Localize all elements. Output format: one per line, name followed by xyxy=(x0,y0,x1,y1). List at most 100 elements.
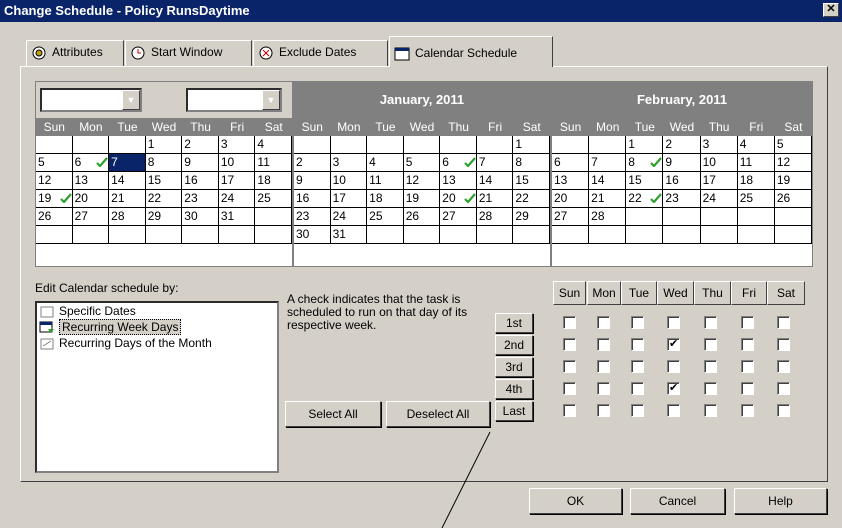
day-cell[interactable]: 22 xyxy=(145,190,183,208)
day-cell[interactable] xyxy=(700,226,738,244)
day-cell[interactable] xyxy=(255,226,292,244)
day-cell[interactable]: 9 xyxy=(182,154,219,172)
day-cell[interactable]: 26 xyxy=(36,208,73,226)
day-cell[interactable]: 16 xyxy=(663,172,701,190)
day-cell[interactable]: 24 xyxy=(218,190,256,208)
day-cell[interactable]: 2 xyxy=(294,154,331,172)
day-cell[interactable]: 1 xyxy=(513,136,550,154)
week-button-last[interactable]: Last xyxy=(495,401,533,421)
day-cell[interactable]: 13 xyxy=(552,172,590,190)
day-cell[interactable]: 11 xyxy=(737,154,775,172)
day-cell[interactable] xyxy=(36,226,73,244)
day-cell[interactable]: 14 xyxy=(589,172,627,190)
day-cell[interactable] xyxy=(218,226,256,244)
checkbox-1st-wed[interactable] xyxy=(667,316,680,329)
day-cell[interactable] xyxy=(36,136,73,154)
day-cell[interactable]: 27 xyxy=(440,208,477,226)
calendar-february[interactable]: February, 2011 Sun Mon Tue Wed Thu Fri Sat 123… xyxy=(551,81,813,267)
day-cell[interactable]: 14 xyxy=(109,172,146,190)
day-cell[interactable] xyxy=(774,226,812,244)
day-cell[interactable] xyxy=(700,208,738,226)
day-cell[interactable]: 20 xyxy=(440,190,477,208)
deselect-all-button[interactable]: Deselect All xyxy=(386,401,490,427)
day-cell[interactable]: 16 xyxy=(294,190,331,208)
day-cell[interactable]: 23 xyxy=(663,190,701,208)
day-cell[interactable]: 24 xyxy=(330,208,368,226)
tab-exclude-dates[interactable]: Exclude Dates xyxy=(253,40,388,66)
day-cell[interactable]: 18 xyxy=(255,172,292,190)
day-cell[interactable]: 19 xyxy=(36,190,73,208)
day-cell[interactable]: 9 xyxy=(294,172,331,190)
day-cell[interactable]: 16 xyxy=(182,172,219,190)
day-cell[interactable]: 19 xyxy=(774,172,812,190)
checkbox-last-fri[interactable] xyxy=(741,404,754,417)
day-cell[interactable]: 18 xyxy=(737,172,775,190)
day-cell[interactable]: 28 xyxy=(589,208,627,226)
tab-attributes[interactable]: Attributes xyxy=(26,40,124,66)
day-cell[interactable] xyxy=(109,226,146,244)
checkbox-last-thu[interactable] xyxy=(704,404,717,417)
checkbox-4th-tue[interactable] xyxy=(631,382,644,395)
list-item-recurring-days-of-month[interactable]: Recurring Days of the Month xyxy=(37,335,277,351)
day-cell[interactable]: 12 xyxy=(774,154,812,172)
day-cell[interactable]: 10 xyxy=(218,154,256,172)
checkbox-2nd-mon[interactable] xyxy=(597,338,610,351)
checkbox-last-mon[interactable] xyxy=(597,404,610,417)
day-cell[interactable]: 31 xyxy=(330,226,368,244)
day-cell[interactable] xyxy=(72,226,110,244)
day-cell[interactable] xyxy=(440,136,477,154)
checkbox-last-tue[interactable] xyxy=(631,404,644,417)
day-cell[interactable]: 18 xyxy=(367,190,404,208)
day-cell[interactable]: 21 xyxy=(589,190,627,208)
week-button-3rd[interactable]: 3rd xyxy=(495,357,533,377)
day-cell[interactable]: 2 xyxy=(182,136,219,154)
day-cell[interactable]: 3 xyxy=(330,154,368,172)
day-cell[interactable]: 23 xyxy=(294,208,331,226)
day-cell[interactable]: 13 xyxy=(72,172,110,190)
tab-calendar-schedule[interactable]: Calendar Schedule xyxy=(389,36,553,67)
day-cell[interactable] xyxy=(440,226,477,244)
day-cell[interactable] xyxy=(589,226,627,244)
checkbox-3rd-mon[interactable] xyxy=(597,360,610,373)
day-cell[interactable]: 24 xyxy=(700,190,738,208)
day-cell[interactable]: 11 xyxy=(367,172,404,190)
day-cell[interactable] xyxy=(109,136,146,154)
day-cell[interactable] xyxy=(294,136,331,154)
year-select[interactable]: 2010 ▼ xyxy=(186,88,282,112)
day-cell[interactable]: 25 xyxy=(255,190,292,208)
day-cell[interactable]: 29 xyxy=(513,208,550,226)
day-cell[interactable] xyxy=(589,136,627,154)
day-cell[interactable]: 7 xyxy=(589,154,627,172)
day-cell[interactable]: 10 xyxy=(330,172,368,190)
checkbox-3rd-sat[interactable] xyxy=(777,360,790,373)
checkbox-1st-tue[interactable] xyxy=(631,316,644,329)
checkbox-last-sun[interactable] xyxy=(563,404,576,417)
checkbox-4th-sat[interactable] xyxy=(777,382,790,395)
day-cell[interactable]: 30 xyxy=(294,226,331,244)
checkbox-2nd-thu[interactable] xyxy=(704,338,717,351)
checkbox-1st-mon[interactable] xyxy=(597,316,610,329)
day-cell[interactable]: 4 xyxy=(737,136,775,154)
day-cell[interactable]: 5 xyxy=(774,136,812,154)
day-cell[interactable]: 17 xyxy=(700,172,738,190)
day-cell[interactable]: 23 xyxy=(182,190,219,208)
day-cell[interactable]: 30 xyxy=(182,208,219,226)
day-cell[interactable]: 28 xyxy=(476,208,514,226)
checkbox-4th-fri[interactable] xyxy=(741,382,754,395)
week-button-2nd[interactable]: 2nd xyxy=(495,335,533,355)
checkbox-4th-sun[interactable] xyxy=(563,382,576,395)
day-cell[interactable]: 28 xyxy=(109,208,146,226)
day-cell[interactable]: 8 xyxy=(145,154,183,172)
day-cell[interactable]: 9 xyxy=(663,154,701,172)
day-cell[interactable] xyxy=(626,208,664,226)
checkbox-last-sat[interactable] xyxy=(777,404,790,417)
checkbox-2nd-fri[interactable] xyxy=(741,338,754,351)
day-cell[interactable]: 20 xyxy=(552,190,590,208)
ok-button[interactable]: OK xyxy=(529,488,622,514)
day-cell[interactable]: 3 xyxy=(218,136,256,154)
checkbox-3rd-wed[interactable] xyxy=(667,360,680,373)
day-cell[interactable]: 17 xyxy=(330,190,368,208)
day-cell[interactable] xyxy=(182,226,219,244)
day-cell[interactable] xyxy=(663,208,701,226)
day-cell[interactable]: 27 xyxy=(552,208,590,226)
